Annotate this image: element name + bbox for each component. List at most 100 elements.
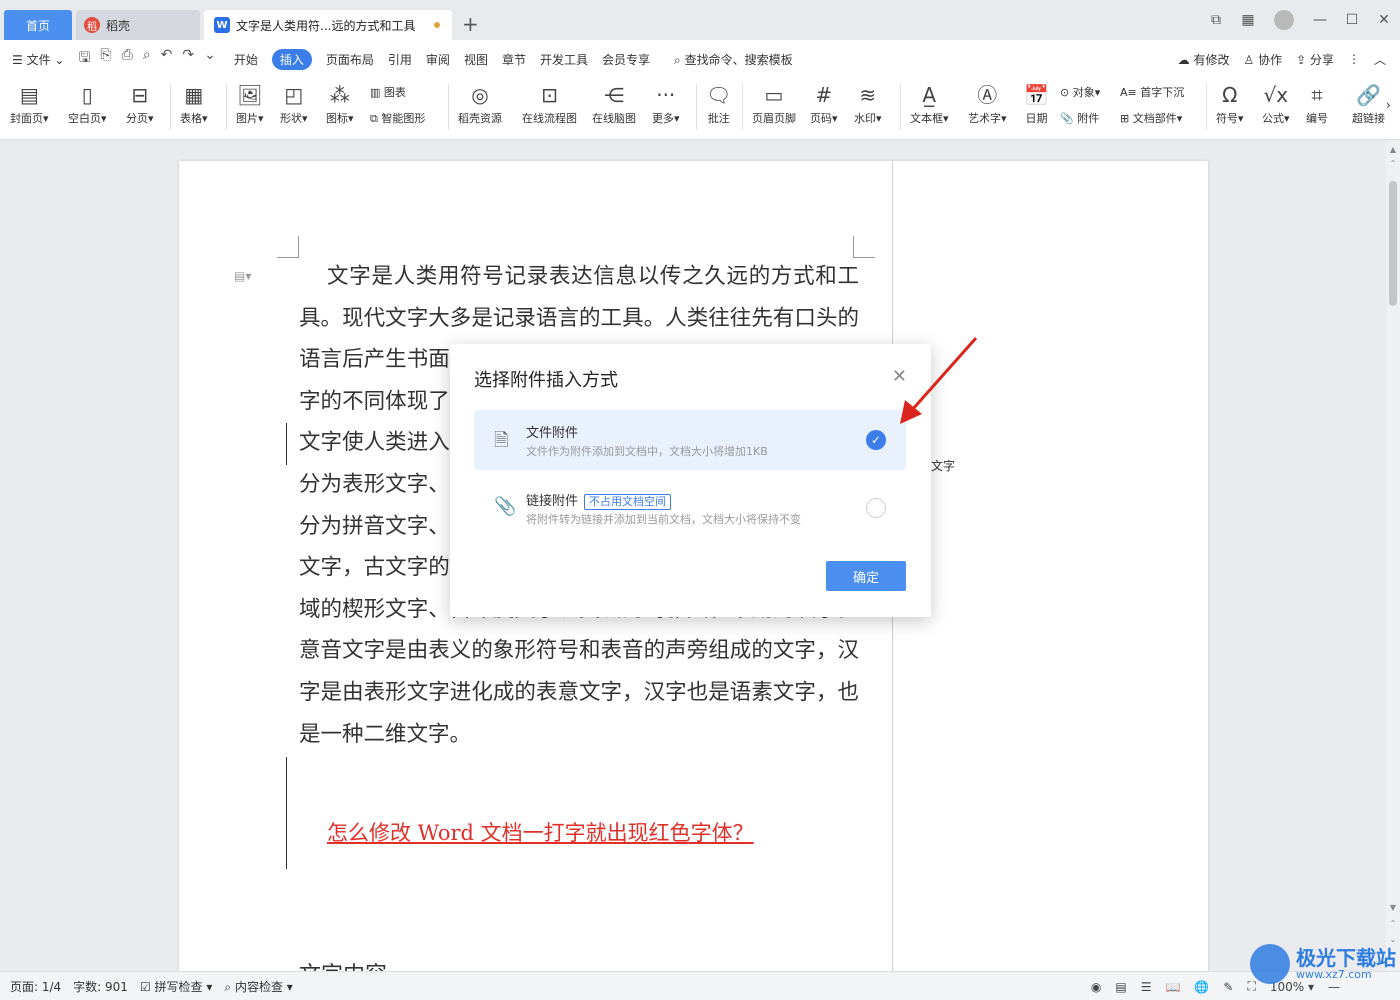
undo-icon[interactable]: ↶ (161, 47, 173, 71)
comment-button[interactable]: 🗨 批注 (706, 80, 731, 126)
status-bar: 页面: 1/4 字数: 901 ☑ 拼写检查 ▾ ⌕ 内容检查 ▾ ◉ ▤ ☰ … (0, 971, 1400, 1000)
hyperlink-button[interactable]: 🔗 超链接 (1352, 80, 1385, 126)
tab-daoke-label: 稻壳 (106, 18, 131, 33)
tab-view[interactable]: 视图 (464, 51, 488, 68)
header-footer-button[interactable]: ▭ 页眉页脚 (752, 80, 796, 126)
radio-link-attachment[interactable] (866, 498, 886, 518)
watermark-button[interactable]: ≋ 水印▾ (854, 80, 882, 126)
share-button[interactable]: ⇪ 分享 (1296, 51, 1334, 68)
option-link-attachment-name: 链接附件 不占用文档空间 (526, 490, 672, 510)
eye-protect-icon[interactable]: ◉ (1091, 980, 1101, 994)
smartart-button[interactable]: ⧉ 智能图形 (370, 110, 425, 126)
collapse-ribbon-icon[interactable]: ︿ (1374, 51, 1386, 68)
tab-developer[interactable]: 开发工具 (540, 51, 588, 68)
page-indicator[interactable]: 页面: 1/4 (10, 978, 61, 995)
dialog-close-icon[interactable]: ✕ (892, 366, 907, 387)
scrollbar-thumb[interactable] (1389, 181, 1397, 306)
outline-view-icon[interactable]: ☰ (1141, 980, 1152, 994)
tab-document[interactable]: W 文字是人类用符...远的方式和工具 (204, 10, 452, 40)
tab-page-layout[interactable]: 页面布局 (326, 51, 374, 68)
file-menu[interactable]: ☰ 文件 ⌄ (12, 51, 64, 68)
more-button[interactable]: ··· 更多▾ (652, 80, 680, 126)
option-link-attachment[interactable]: 📎 链接附件 不占用文档空间 将附件转为链接并添加到当前文档，文档大小将保持不变 (474, 478, 906, 538)
page-number-button[interactable]: # 页码▾ (810, 80, 838, 126)
avatar[interactable] (1274, 10, 1294, 30)
content-check-button[interactable]: ⌕ 内容检查 ▾ (224, 978, 292, 995)
tab-section[interactable]: 章节 (502, 51, 526, 68)
scroll-page-up-icon[interactable]: ⌃ (1386, 159, 1400, 168)
scroll-page-up-icon[interactable]: ⌃ (1386, 919, 1400, 928)
formula-button[interactable]: √x 公式▾ (1262, 80, 1290, 126)
attachment-button[interactable]: 📎 附件 (1060, 110, 1099, 126)
tab-home[interactable]: 首页 (4, 10, 72, 40)
scroll-down-icon[interactable]: ▼ (1386, 903, 1400, 912)
confirm-button[interactable]: 确定 (826, 561, 906, 591)
word-count[interactable]: 字数: 901 (73, 978, 128, 995)
next-heading[interactable]: 文字内容 (299, 957, 387, 971)
modified-button[interactable]: ☁ 有修改 (1178, 51, 1230, 68)
reading-view-icon[interactable]: 📖 (1165, 980, 1180, 994)
blank-page-button[interactable]: ▯ 空白页▾ (68, 80, 107, 126)
tab-start[interactable]: 开始 (234, 51, 258, 68)
customize-chevron-icon[interactable]: ⌄ (204, 47, 216, 71)
option-file-attachment[interactable]: 🗎 文件附件 文件作为附件添加到文档中，文档大小将增加1KB ✓ (474, 410, 906, 470)
write-mode-icon[interactable]: ✎ (1223, 980, 1233, 994)
page-view-icon[interactable]: ▤ (1115, 980, 1126, 994)
page-number-icon: # (815, 83, 833, 107)
command-search-placeholder: 查找命令、搜索模板 (684, 52, 793, 67)
calendar-icon: 📅 (1024, 83, 1049, 107)
spell-check-toggle[interactable]: ☑ 拼写检查 ▾ (140, 978, 212, 995)
command-search[interactable]: ⌕ 查找命令、搜索模板 (674, 51, 793, 68)
daoke-resources-button[interactable]: ◎ 稻壳资源 (458, 80, 502, 126)
file-menu-label: 文件 (26, 52, 51, 67)
flowchart-button[interactable]: ⊡ 在线流程图 (522, 80, 577, 126)
shape-button[interactable]: ◰ 形状▾ (280, 80, 308, 126)
save-icon[interactable]: 🖫 (78, 47, 90, 71)
radio-file-attachment-checked[interactable]: ✓ (866, 430, 886, 450)
date-button[interactable]: 📅 日期 (1024, 80, 1049, 126)
print-icon[interactable]: ⎙ (122, 47, 133, 71)
no-space-badge: 不占用文档空间 (584, 494, 672, 510)
new-tab-button[interactable]: + (462, 12, 479, 36)
page-break-button[interactable]: ⊟ 分页▾ (126, 80, 154, 126)
numbering-button[interactable]: ⌗ 编号 (1306, 80, 1328, 126)
wordart-button[interactable]: Ⓐ 艺术字▾ (968, 80, 1007, 126)
cover-page-button[interactable]: ▤ 封面页▾ (10, 80, 49, 126)
scroll-page-down-icon[interactable]: ⌄ (1386, 935, 1400, 944)
redo-icon[interactable]: ↷ (182, 47, 194, 71)
ribbon-scroll-right-icon[interactable]: › (1386, 98, 1391, 112)
dropcap-button[interactable]: A≡ 首字下沉 (1120, 84, 1184, 100)
tab-insert[interactable]: 插入 (271, 48, 312, 70)
print-preview-icon[interactable]: ⌕ (143, 47, 151, 71)
vertical-scrollbar[interactable]: ▲ ⌃ ▼ ⌃ ⌄ (1386, 141, 1400, 971)
option-file-attachment-name: 文件附件 (526, 426, 579, 441)
layout-toggle-icon[interactable]: ⧉ (1200, 12, 1232, 28)
table-button[interactable]: ▦ 表格▾ (180, 80, 208, 126)
paragraph-handle-icon[interactable]: ▤▾ (234, 269, 251, 283)
daoke-logo-icon: 稻 (84, 17, 100, 33)
daoke-resources-label: 稻壳资源 (458, 112, 502, 125)
icons-icon: ⁂ (329, 83, 350, 107)
tab-daoke[interactable]: 稻 稻壳 (76, 10, 200, 40)
picture-button[interactable]: 🖼 图片▾ (236, 80, 264, 126)
minimize-button[interactable]: — (1304, 12, 1336, 28)
textbox-button[interactable]: A̲ 文本框▾ (910, 80, 949, 126)
tab-review[interactable]: 审阅 (426, 51, 450, 68)
symbol-button[interactable]: Ω 符号▾ (1216, 80, 1244, 126)
icon-button[interactable]: ⁂ 图标▾ (326, 80, 354, 126)
tab-member[interactable]: 会员专享 (602, 51, 650, 68)
export-pdf-icon[interactable]: ⎘ (100, 47, 111, 71)
more-menu-icon[interactable]: ⋮ (1348, 52, 1360, 66)
tab-references[interactable]: 引用 (388, 51, 412, 68)
web-view-icon[interactable]: 🌐 (1194, 980, 1209, 994)
close-window-button[interactable]: ✕ (1368, 12, 1400, 28)
red-link-text[interactable]: 怎么修改 Word 文档一打字就出现红色字体？ (327, 817, 754, 847)
scroll-up-icon[interactable]: ▲ (1386, 145, 1400, 154)
collaborate-button[interactable]: ♙ 协作 (1243, 51, 1282, 68)
mindmap-button[interactable]: ⋲ 在线脑图 (592, 80, 636, 126)
maximize-button[interactable]: ☐ (1336, 12, 1368, 28)
object-button[interactable]: ⊙ 对象▾ (1060, 84, 1100, 100)
chart-button[interactable]: ▥ 图表 (370, 84, 406, 100)
doc-parts-button[interactable]: ⊞ 文档部件▾ (1120, 110, 1182, 126)
apps-grid-icon[interactable]: ▦ (1232, 12, 1264, 28)
